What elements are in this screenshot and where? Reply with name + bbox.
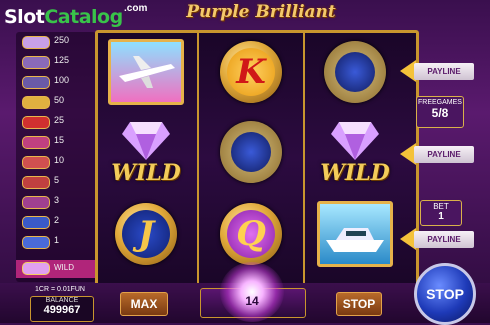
watch-icon	[324, 41, 386, 103]
paytable-value: 25	[54, 115, 65, 125]
spin-glow	[220, 262, 284, 322]
paytable-value: 15	[54, 135, 65, 145]
watch-icon	[220, 121, 282, 183]
bet-box: BET 1	[420, 200, 462, 226]
paytable: 250 125 100 50 25 15 10 5 3 2 1 WILD	[16, 32, 96, 282]
slotcatalog-logo: SlotCatalog	[4, 6, 123, 28]
symbol-yacht	[309, 196, 401, 272]
payline-label: PAYLINE	[414, 63, 474, 80]
paytable-value: 1	[54, 235, 60, 245]
payline-label: PAYLINE	[414, 146, 474, 163]
paytable-row: 2	[16, 214, 96, 230]
coin-frame-icon: J	[115, 203, 177, 265]
paytable-symbol-icon	[22, 76, 50, 89]
payline-label: PAYLINE	[414, 231, 474, 248]
bet-value: 1	[438, 211, 444, 222]
yacht-icon	[317, 201, 393, 267]
symbol-j: J	[100, 196, 192, 272]
symbol-watch	[309, 34, 401, 110]
balance-box: BALANCE 499967	[30, 296, 94, 322]
paytable-symbol-icon	[22, 236, 50, 249]
paytable-symbol-icon	[22, 136, 50, 149]
game-title: Purple Brilliant	[186, 2, 336, 22]
paytable-value: 100	[54, 75, 70, 85]
diamond-icon	[122, 122, 170, 160]
paytable-row: 250	[16, 34, 96, 50]
logo-com-text: .com	[124, 3, 148, 14]
center-counter: 14	[245, 294, 259, 308]
symbol-wild: WILD	[309, 114, 401, 190]
paytable-row: 5	[16, 174, 96, 190]
paytable-value: 125	[54, 55, 70, 65]
paytable-row: 3	[16, 194, 96, 210]
paytable-symbol-icon	[22, 196, 50, 209]
reel-divider	[197, 30, 199, 286]
paytable-value: 10	[54, 155, 65, 165]
freegames-value: 5/8	[431, 106, 449, 120]
paytable-value: 5	[54, 175, 60, 185]
paytable-symbol-icon	[22, 36, 50, 49]
letter-k: K	[227, 48, 275, 96]
paytable-row: 100	[16, 74, 96, 90]
freegames-label: FREEGAMES	[418, 99, 462, 106]
paytable-symbol-icon	[22, 156, 50, 169]
airplane-icon	[108, 39, 184, 105]
wild-label: WILD	[111, 160, 181, 186]
reel-divider	[303, 30, 305, 286]
letter-j: J	[122, 210, 170, 258]
symbol-q: Q	[205, 196, 297, 272]
paytable-value: WILD	[54, 263, 74, 272]
paytable-row-wild: WILD	[16, 260, 96, 278]
letter-q: Q	[227, 210, 275, 258]
paytable-symbol-icon	[22, 96, 50, 109]
coin-frame-icon: K	[220, 41, 282, 103]
symbol-k: K	[205, 34, 297, 110]
symbol-wild: WILD	[100, 114, 192, 190]
symbol-watch	[205, 114, 297, 190]
paytable-symbol-icon	[22, 56, 50, 69]
coin-frame-icon: Q	[220, 203, 282, 265]
symbol-airplane	[100, 34, 192, 110]
paytable-symbol-icon	[22, 216, 50, 229]
paytable-row: 125	[16, 54, 96, 70]
stop-spin-button[interactable]: STOP	[414, 263, 476, 325]
coin-value: 1CR = 0.01FUN	[35, 286, 85, 293]
diamond-icon	[331, 122, 379, 160]
paytable-value: 3	[54, 195, 60, 205]
wild-label: WILD	[320, 160, 390, 186]
diamond-icon	[22, 262, 50, 275]
bet-label: BET	[433, 202, 449, 211]
watch-face-icon	[231, 132, 271, 172]
max-bet-button[interactable]: MAX	[120, 292, 168, 316]
paytable-row: 15	[16, 134, 96, 150]
paytable-row: 50	[16, 94, 96, 110]
watch-face-icon	[335, 52, 375, 92]
paytable-symbol-icon	[22, 116, 50, 129]
stop-button[interactable]: STOP	[336, 292, 382, 316]
paytable-value: 250	[54, 35, 70, 45]
paytable-row: 25	[16, 114, 96, 130]
logo-slot-text: Slot	[4, 6, 45, 28]
paytable-value: 2	[54, 215, 60, 225]
paytable-row: 1	[16, 234, 96, 250]
paytable-value: 50	[54, 95, 65, 105]
freegames-box: FREEGAMES 5/8	[416, 96, 464, 128]
paytable-row: 10	[16, 154, 96, 170]
balance-value: 499967	[43, 304, 81, 316]
logo-catalog-text: Catalog	[44, 6, 123, 28]
balance-label: BALANCE	[45, 297, 79, 304]
paytable-symbol-icon	[22, 176, 50, 189]
